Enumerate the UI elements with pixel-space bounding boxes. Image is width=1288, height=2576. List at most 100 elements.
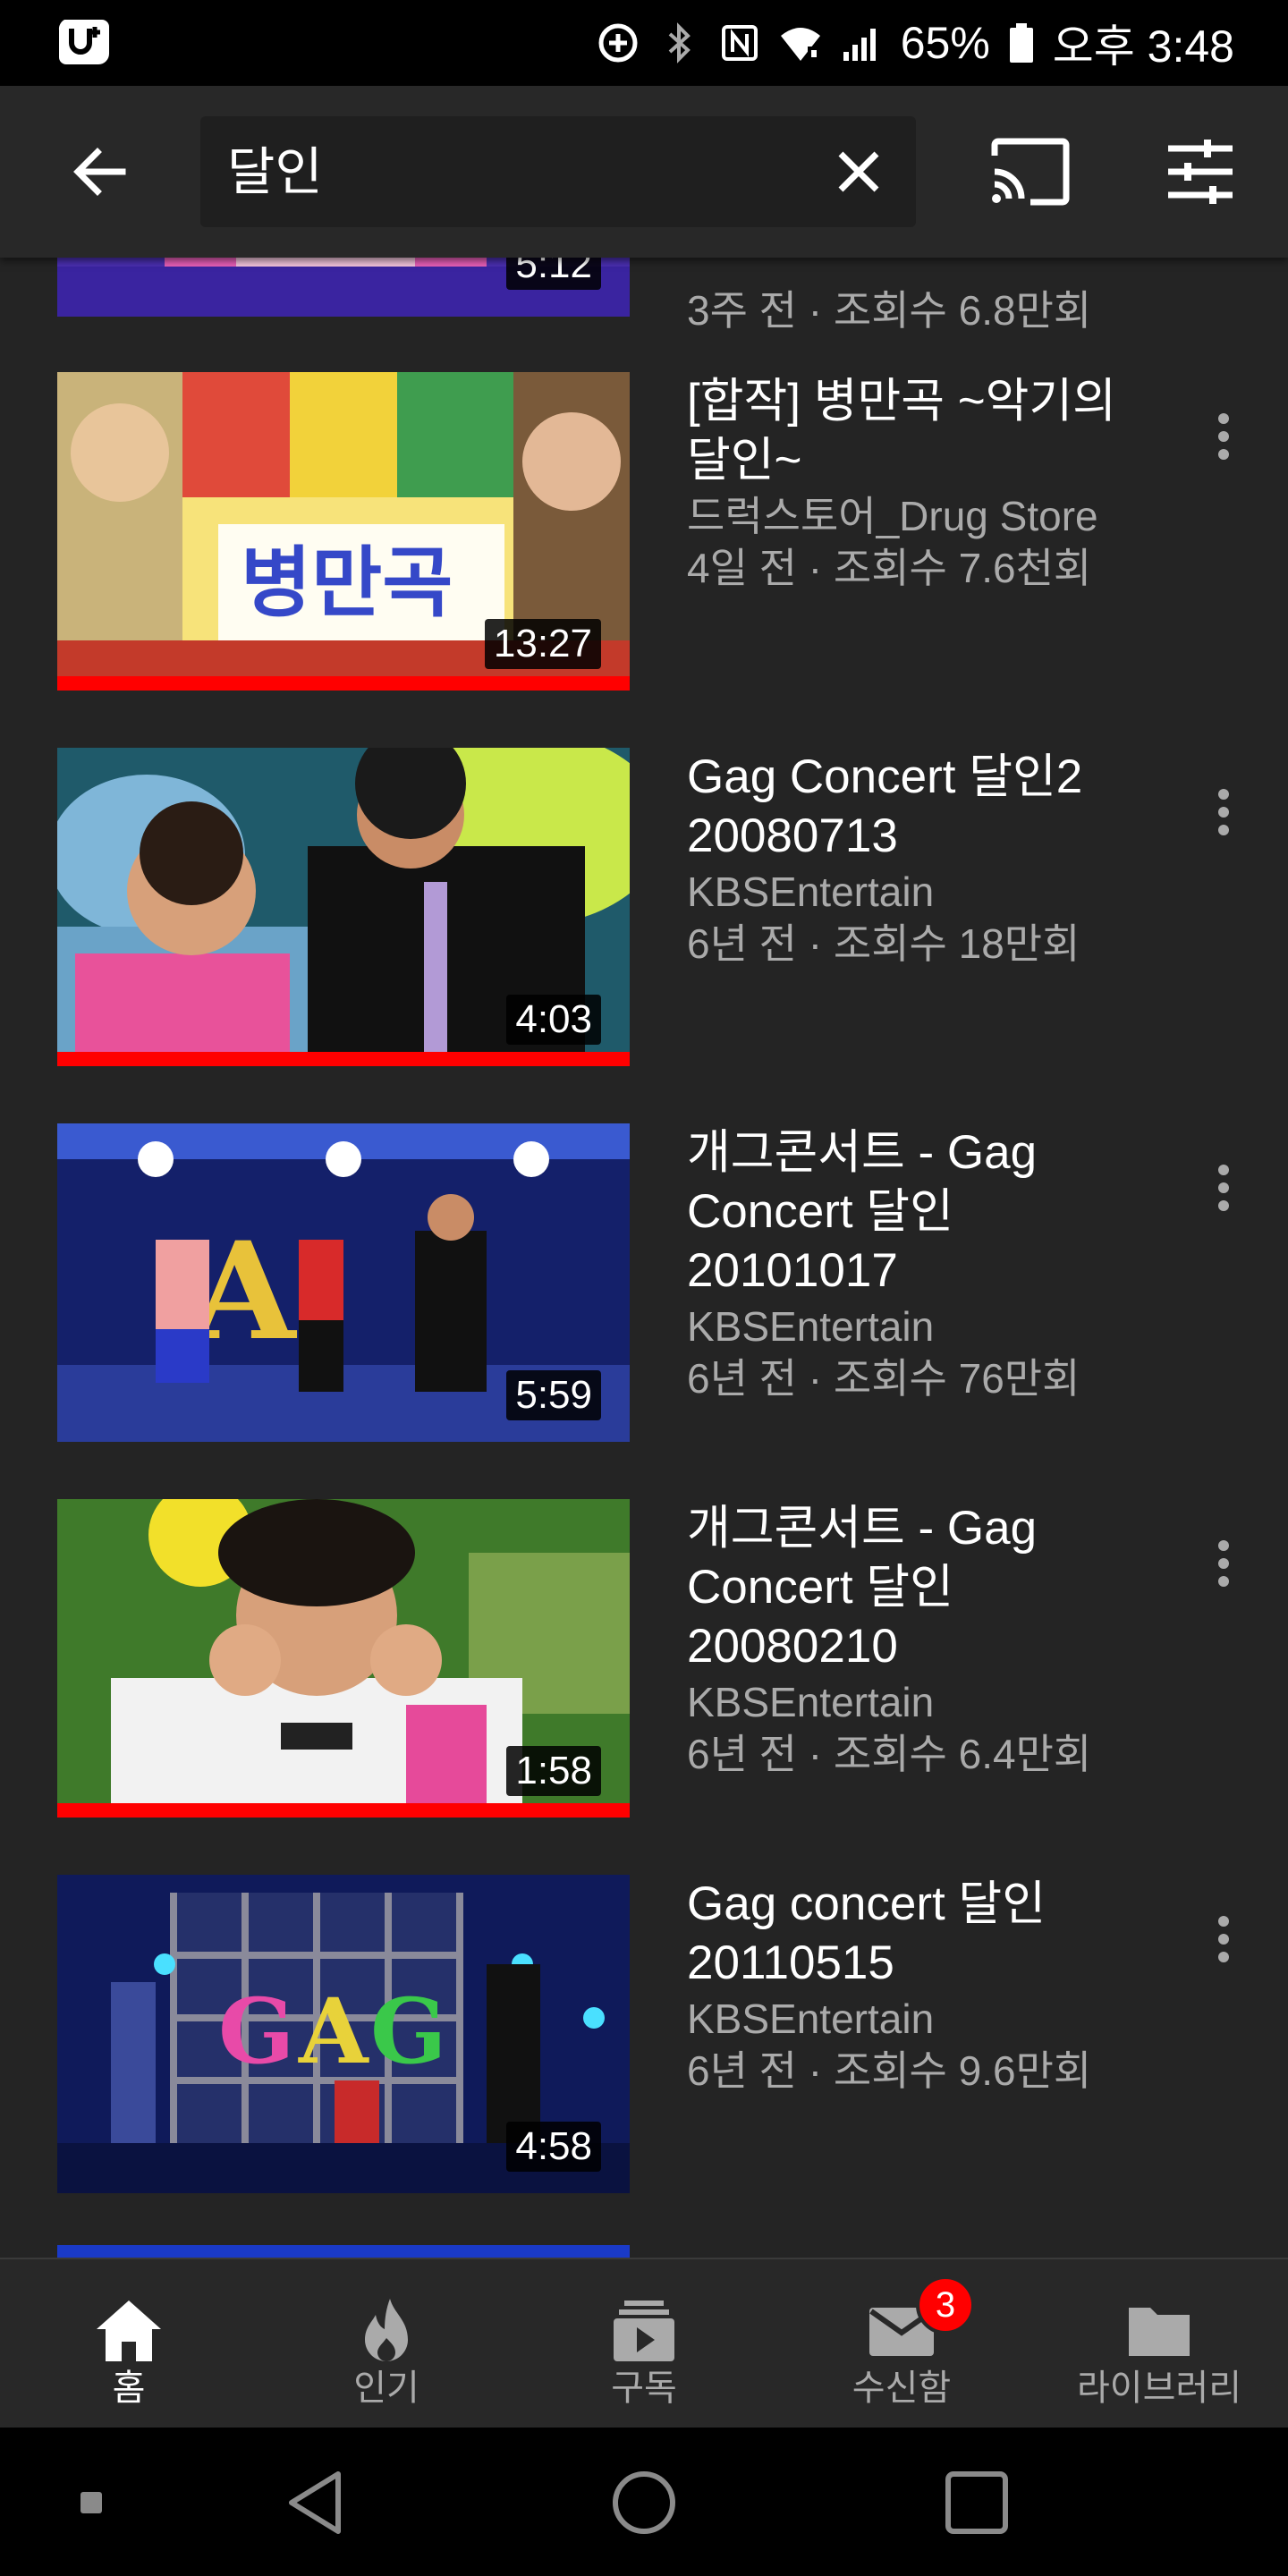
nav-library[interactable]: 라이브러리 [1030,2259,1288,2429]
video-meta: 6년 전 · 조회수 76만회 [687,1355,1080,1402]
video-channel: 드럭스토어_Drug Store [687,493,1098,539]
svg-text:A: A [298,1979,369,2084]
nav-label: 홈 [112,2368,146,2409]
svg-text:G: G [218,1979,294,2084]
video-more-button[interactable] [1199,1902,1249,1977]
video-thumbnail[interactable]: G A G 4:58 [57,1875,630,2193]
thumbnail-image [57,2245,630,2258]
video-meta: 4일 전 · 조회수 7.6천회 [687,545,1092,591]
video-thumbnail[interactable]: 병만곡 13:27 [57,372,630,691]
video-duration: 4:58 [506,2122,601,2172]
clear-icon [838,151,879,192]
cast-button[interactable] [984,131,1077,213]
video-duration: 5:59 [506,1370,601,1420]
system-navigation-bar [0,2428,1288,2576]
nav-label: 인기 [353,2368,419,2409]
back-arrow-icon [73,148,126,196]
status-bar: 65% 오후 3:48 [0,0,1288,86]
video-title[interactable]: 개그콘서트 - Gag Concert 달인 20101017 [687,1123,1152,1301]
library-folder-icon [1129,2308,1190,2356]
home-circle-icon[interactable] [608,2467,680,2538]
filter-icon [1168,140,1233,204]
bottom-navigation: 홈 인기 구독 수신함 라이브러리 [0,2258,1288,2428]
data-saver-icon [598,23,638,63]
video-thumbnail[interactable]: A 5:59 [57,1123,630,1442]
trending-flame-icon [365,2299,408,2361]
search-query-text: 달인 [227,141,323,202]
carrier-u-plus-icon [55,16,111,68]
battery-percent: 65% [900,18,990,68]
cast-icon [991,138,1070,206]
video-duration: 1:58 [506,1746,601,1796]
video-info: Gag Concert 달인2 20080713 KBSEntertain 6년… [687,748,1152,970]
svg-text:G: G [370,1979,446,2084]
more-vert-icon [1218,1540,1229,1587]
video-channel: KBSEntertain [687,1996,935,2042]
clear-search-button[interactable] [823,136,894,208]
video-result[interactable]: 4:03 Gag Concert 달인2 20080713 KBSEnterta… [0,748,1288,1123]
watched-progress-bar [57,676,630,691]
video-meta: 6년 전 · 조회수 9.6만회 [687,2047,1092,2094]
inbox-notification-badge: 3 [916,2275,975,2334]
video-info: [합작] 병만곡 ~악기의 달인~ 드럭스토어_Drug Store 4일 전 … [687,372,1152,594]
more-vert-icon [1218,789,1229,835]
more-vert-icon [1218,1165,1229,1211]
watched-progress-bar [57,1052,630,1066]
video-info: 개그콘서트 - Gag Concert 달인 20080210 KBSEnter… [687,1499,1152,1780]
video-info: Gag concert 달인 20110515 KBSEntertain 6년 … [687,1875,1152,2097]
status-icons: 65% 오후 3:48 [597,0,1234,86]
nav-trending[interactable]: 인기 [258,2259,515,2429]
video-channel: KBSEntertain [687,869,935,915]
video-channel: KBSEntertain [687,1679,935,1725]
video-duration: 5:12 [506,258,601,290]
video-result[interactable]: 병만곡 13:27 [합작] 병만곡 ~악기의 달인~ 드럭스토어_Drug S… [0,372,1288,748]
search-results-list[interactable]: 5:12 3주 전 · 조회수 6.8만회 병만곡 13:27 [합작] 병만곡… [0,258,1288,2258]
video-title[interactable]: Gag concert 달인 20110515 [687,1875,1152,1993]
nav-label: 수신함 [852,2368,952,2409]
nfc-icon [721,25,758,61]
video-more-button[interactable] [1199,775,1249,850]
video-meta: 6년 전 · 조회수 18만회 [687,920,1080,967]
video-thumbnail[interactable]: 1:58 [57,1499,630,1818]
svg-text:병만곡: 병만곡 [241,538,453,628]
home-icon [97,2301,161,2361]
nav-home[interactable]: 홈 [0,2259,258,2429]
video-result[interactable]: 1:58 개그콘서트 - Gag Concert 달인 20080210 KBS… [0,1499,1288,1875]
wifi-icon [780,28,820,61]
video-meta: 3주 전 · 조회수 6.8만회 [687,287,1092,334]
video-title[interactable]: Gag Concert 달인2 20080713 [687,748,1152,866]
battery-icon [1009,23,1033,63]
video-info: 3주 전 · 조회수 6.8만회 [687,284,1152,336]
search-filter-button[interactable] [1154,131,1247,213]
back-triangle-icon[interactable] [283,2467,354,2538]
video-more-button[interactable] [1199,399,1249,474]
clock: 오후 3:48 [1052,21,1234,72]
youtube-search-screen: 65% 오후 3:48 달인 5:12 3주 전 · 조회수 6.8만회 병만곡… [0,0,1288,2576]
video-title[interactable]: 개그콘서트 - Gag Concert 달인 20080210 [687,1499,1152,1676]
video-meta: 6년 전 · 조회수 6.4만회 [687,1731,1092,1777]
signal-icon [843,29,876,61]
video-title[interactable]: [합작] 병만곡 ~악기의 달인~ [687,372,1152,490]
watched-progress-bar [57,1803,630,1818]
video-result[interactable]: G A G 4:58 Gag concert 달인 20110515 KBSEn… [0,1875,1288,2250]
video-thumbnail[interactable] [57,2245,630,2258]
video-result-partial[interactable] [0,2245,1288,2258]
video-duration: 4:03 [506,995,601,1045]
bluetooth-icon [668,22,691,64]
video-duration: 13:27 [484,619,601,669]
overview-square-icon[interactable] [941,2467,1013,2538]
nav-inbox[interactable]: 수신함 [773,2259,1030,2429]
video-more-button[interactable] [1199,1526,1249,1601]
more-vert-icon [1218,1916,1229,1962]
video-thumbnail[interactable]: 5:12 [57,258,630,317]
video-result[interactable]: A 5:59 개그콘서트 - Gag Concert 달인 20101017 K… [0,1123,1288,1499]
search-input[interactable]: 달인 [200,116,916,227]
more-vert-icon [1218,413,1229,460]
recents-dot-icon[interactable] [79,2490,104,2515]
video-more-button[interactable] [1199,1150,1249,1225]
back-button[interactable] [50,131,148,213]
nav-label: 구독 [611,2368,677,2409]
nav-subscriptions[interactable]: 구독 [515,2259,773,2429]
video-channel: KBSEntertain [687,1303,935,1350]
video-thumbnail[interactable]: 4:03 [57,748,630,1066]
